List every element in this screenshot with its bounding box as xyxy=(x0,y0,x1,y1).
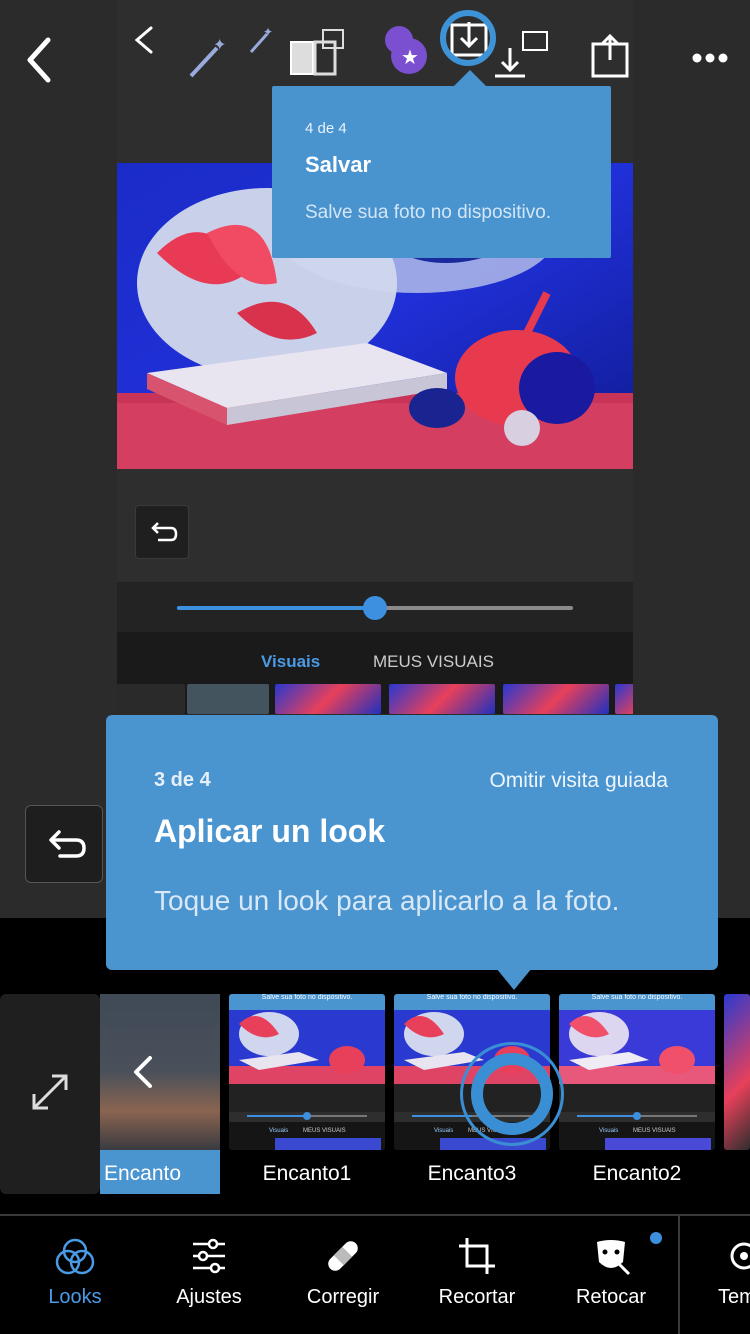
coach3-step: 3 de 4 xyxy=(154,769,211,791)
more-options-icon[interactable] xyxy=(690,50,730,66)
look-thumb-tab-active: Visuais xyxy=(599,1128,619,1134)
look-label-encanto: Encanto xyxy=(104,1162,182,1185)
inner-thumb-4 xyxy=(615,684,633,714)
nav-label-looks: Looks xyxy=(48,1286,102,1308)
undo-button[interactable] xyxy=(25,805,103,883)
svg-text:✦: ✦ xyxy=(213,37,226,54)
nav-label-retocar: Retocar xyxy=(575,1286,647,1308)
coach-mark-save: 4 de 4 Salvar Salve sua foto no disposit… xyxy=(272,86,611,258)
skip-tour-link[interactable]: Omitir visita guiada xyxy=(489,769,668,793)
coach4-step: 4 de 4 xyxy=(305,120,347,137)
inner-thumb-original xyxy=(187,684,269,714)
inner-thumb-1 xyxy=(275,684,381,714)
look-card-partial[interactable] xyxy=(724,994,750,1150)
back-chevron-icon[interactable] xyxy=(18,32,64,88)
coach3-pointer xyxy=(496,968,532,990)
inner-tab-visuais: Visuais xyxy=(261,652,321,671)
nav-separator xyxy=(678,1216,680,1334)
look-label-encanto2: Encanto2 xyxy=(592,1162,682,1185)
look-thumb-caption: Salve sua foto no dispositivo. xyxy=(426,994,518,1001)
look-thumb-tab-active: Visuais xyxy=(434,1128,454,1134)
nav-label-tem: Tem xyxy=(718,1286,750,1308)
nav-recortar[interactable]: Recortar xyxy=(417,1236,537,1309)
look-thumb-tab-inactive: MEUS VISUAIS xyxy=(633,1128,676,1134)
gear-icon xyxy=(730,1242,750,1270)
look-card-encanto2[interactable]: Salve sua foto no dispositivo. Visuais M… xyxy=(559,994,715,1150)
inner-thumb-dark xyxy=(117,684,185,714)
coach-mark-apply-look: 3 de 4 Omitir visita guiada Aplicar un l… xyxy=(106,715,718,970)
look-label-encanto1: Encanto1 xyxy=(262,1162,352,1185)
svg-text:✦: ✦ xyxy=(263,25,273,39)
nav-label-recortar: Recortar xyxy=(438,1286,516,1308)
retouch-face-icon xyxy=(597,1240,631,1276)
nav-label-corregir: Corregir xyxy=(306,1286,380,1308)
coach4-title: Salvar xyxy=(305,152,372,177)
look-thumb-tab-inactive: MEUS VISUAIS xyxy=(303,1128,346,1134)
look-card-encanto1[interactable]: Salve sua foto no dispositivo. Visuais M… xyxy=(229,994,385,1150)
nav-ajustes[interactable]: Ajustes xyxy=(149,1236,269,1309)
inner-thumb-3 xyxy=(503,684,609,714)
nav-retocar[interactable]: Retocar xyxy=(551,1236,671,1309)
look-group-encanto[interactable]: Encanto xyxy=(100,994,220,1194)
nav-label-ajustes: Ajustes xyxy=(176,1286,242,1308)
look-thumb-tab-active: Visuais xyxy=(269,1128,289,1134)
tap-indicator-inner-ring xyxy=(471,1053,553,1135)
nav-corregir[interactable]: Corregir xyxy=(283,1236,403,1309)
undo-icon xyxy=(49,830,86,858)
adjust-sliders-icon xyxy=(193,1238,225,1274)
inner-tab-meus-visuais: MEUS VISUAIS xyxy=(373,652,494,671)
inner-undo-button xyxy=(135,505,189,559)
coach3-title: Aplicar un look xyxy=(154,813,386,849)
inner-thumb-2 xyxy=(389,684,495,714)
expand-arrows-icon xyxy=(32,1074,68,1110)
inner-slider-fill xyxy=(177,606,375,610)
coach4-body: Salve sua foto no dispositivo. xyxy=(305,202,552,223)
look-thumb-caption: Salve sua foto no dispositivo. xyxy=(261,994,353,1001)
looks-icon xyxy=(55,1238,95,1275)
collapse-chevron-icon xyxy=(134,1056,152,1088)
nav-tem[interactable]: Tem xyxy=(690,1236,750,1309)
bandage-icon xyxy=(328,1241,358,1271)
svg-text:★: ★ xyxy=(401,47,419,69)
inner-slider-knob xyxy=(363,596,387,620)
notification-dot xyxy=(650,1232,662,1244)
look-thumb-caption: Salve sua foto no dispositivo. xyxy=(591,994,683,1001)
save-highlight-ring[interactable] xyxy=(440,10,496,66)
expand-button[interactable] xyxy=(0,994,100,1194)
look-label-encanto3: Encanto3 xyxy=(427,1162,517,1185)
bottom-nav-divider xyxy=(0,1214,750,1216)
crop-icon xyxy=(459,1238,495,1274)
coach3-body: Toque un look para aplicarlo a la foto. xyxy=(154,885,620,916)
nav-looks[interactable]: Looks xyxy=(15,1236,135,1309)
